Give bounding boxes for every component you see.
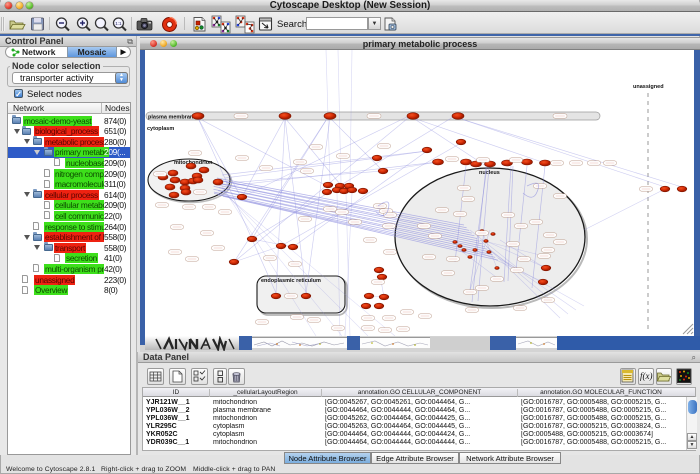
svg-text:1:1: 1:1 (115, 21, 122, 26)
svg-text:f(x): f(x) (640, 371, 653, 381)
